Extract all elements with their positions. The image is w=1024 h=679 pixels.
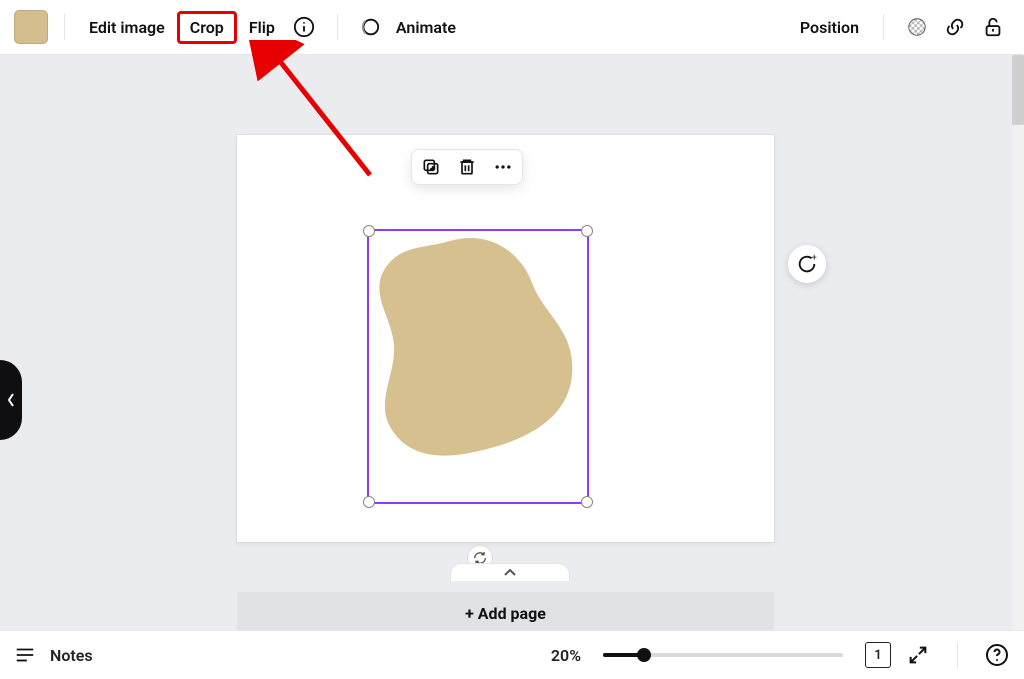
color-swatch[interactable] xyxy=(14,10,48,44)
drawer-handle-icon[interactable] xyxy=(0,360,22,440)
resize-handle-tl[interactable] xyxy=(363,225,375,237)
crop-button[interactable]: Crop xyxy=(177,11,237,44)
chevron-up-icon[interactable] xyxy=(450,563,570,581)
selection-outline[interactable] xyxy=(367,229,589,504)
resize-handle-br[interactable] xyxy=(581,496,593,508)
context-toolbar: Edit image Crop Flip Animate Position xyxy=(0,0,1024,55)
duplicate-icon[interactable] xyxy=(420,156,442,178)
notes-icon[interactable] xyxy=(14,644,36,666)
transparency-icon[interactable] xyxy=(900,10,934,44)
help-icon[interactable] xyxy=(984,642,1010,668)
divider xyxy=(883,14,884,40)
divider xyxy=(957,642,958,668)
add-page-button[interactable]: + Add page xyxy=(237,592,774,634)
resize-handle-bl[interactable] xyxy=(363,496,375,508)
comment-icon[interactable]: + xyxy=(788,245,826,283)
scrollbar-thumb[interactable] xyxy=(1012,55,1024,125)
edit-image-button[interactable]: Edit image xyxy=(81,12,173,43)
divider xyxy=(64,14,65,40)
footer-bar: Notes 20% 1 xyxy=(0,630,1024,679)
notes-button[interactable]: Notes xyxy=(50,646,93,665)
page-grid-icon[interactable]: 1 xyxy=(865,642,891,668)
svg-text:+: + xyxy=(812,253,817,263)
fullscreen-icon[interactable] xyxy=(905,642,931,668)
link-icon[interactable] xyxy=(938,10,972,44)
floating-element-toolbar xyxy=(411,149,523,185)
flip-button[interactable]: Flip xyxy=(241,12,283,43)
vertical-scrollbar[interactable] xyxy=(1012,55,1024,630)
zoom-level-label[interactable]: 20% xyxy=(551,646,581,665)
zoom-slider[interactable] xyxy=(603,653,843,657)
lock-open-icon[interactable] xyxy=(976,10,1010,44)
info-icon[interactable] xyxy=(287,10,321,44)
resize-handle-tr[interactable] xyxy=(581,225,593,237)
trash-icon[interactable] xyxy=(456,156,478,178)
divider xyxy=(337,14,338,40)
page-number-label: 1 xyxy=(874,648,881,663)
canvas-area[interactable]: + + Add page xyxy=(0,55,1012,630)
animate-icon xyxy=(354,10,384,44)
more-icon[interactable] xyxy=(492,156,514,178)
animate-button[interactable]: Animate xyxy=(388,12,464,43)
zoom-slider-knob[interactable] xyxy=(637,648,651,662)
position-button[interactable]: Position xyxy=(792,12,867,43)
